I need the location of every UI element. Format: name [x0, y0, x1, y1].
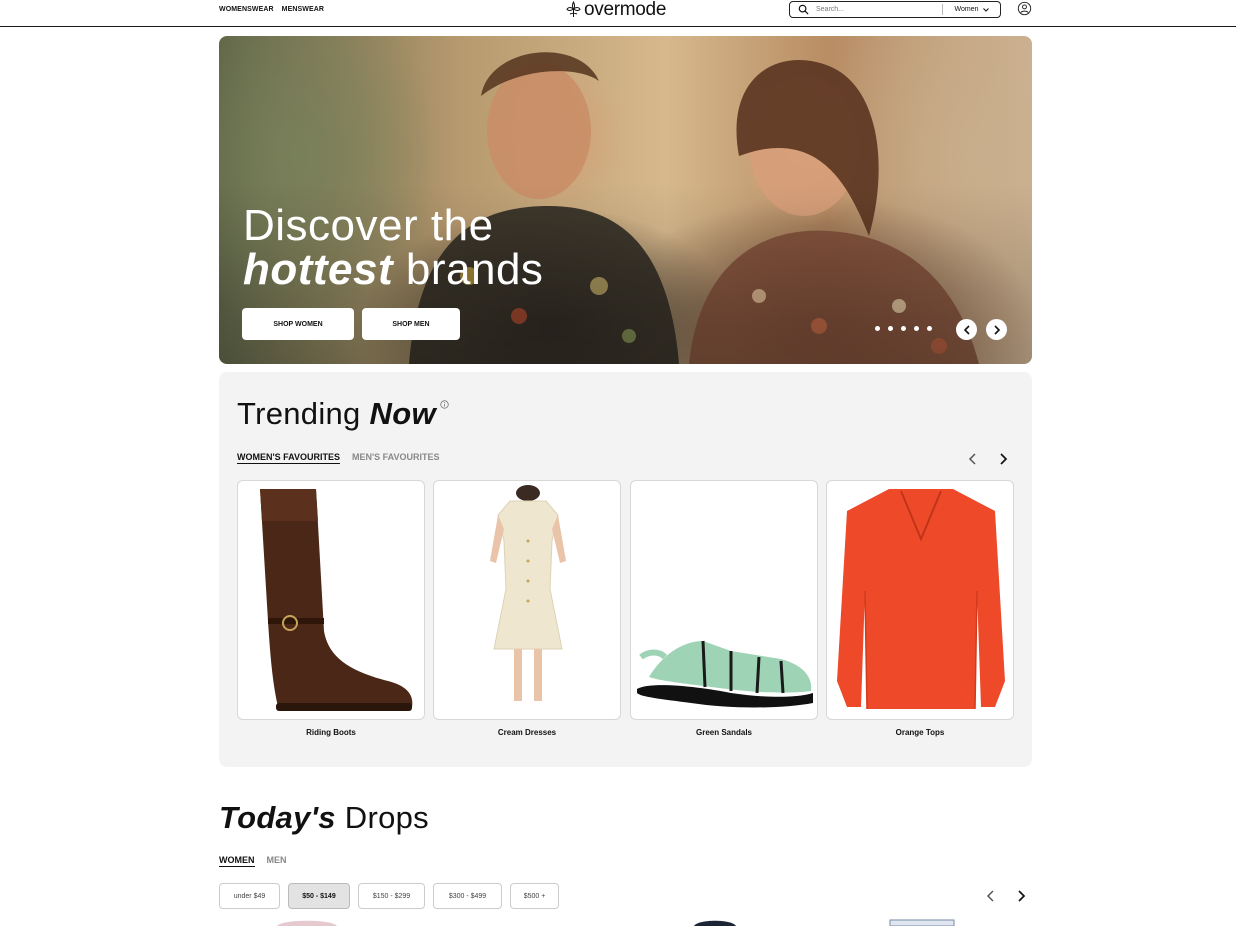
drops-title-em: Today's	[219, 800, 336, 835]
drops-title-rest: Drops	[335, 800, 429, 835]
carousel-dots	[875, 326, 932, 331]
price-filter-500-plus[interactable]: $500 +	[510, 883, 559, 909]
drops-next-icon[interactable]	[1014, 889, 1028, 903]
chevron-left-icon	[963, 324, 970, 335]
search-input[interactable]: Search...	[816, 6, 942, 13]
trending-title-em: Now	[369, 396, 436, 431]
hero-prev-button[interactable]	[956, 319, 977, 340]
nav-menswear[interactable]: MENSWEAR	[282, 6, 324, 13]
price-filter-150-299[interactable]: $150 - $299	[358, 883, 425, 909]
site-logo[interactable]: overmode	[566, 0, 667, 20]
trending-title-text: Trending	[237, 396, 370, 431]
hero-title-line1: Discover the	[243, 201, 494, 250]
product-label[interactable]: Riding Boots	[237, 728, 425, 737]
hero-next-button[interactable]	[986, 319, 1007, 340]
top-header: WOMENSWEAR MENSWEAR overmode Search... W…	[0, 0, 1236, 27]
trending-prev-icon[interactable]	[966, 452, 980, 466]
chevron-down-icon	[982, 7, 989, 12]
carousel-dot[interactable]	[914, 326, 919, 331]
price-filter-under-49[interactable]: under $49	[219, 883, 280, 909]
carousel-dot[interactable]	[927, 326, 932, 331]
gender-select-label: Women	[954, 6, 979, 13]
hero-title: Discover the hottest brands	[243, 204, 543, 292]
shop-women-button[interactable]: SHOP WOMEN	[242, 308, 354, 340]
trending-tabs: WOMEN'S FAVOURITES MEN'S FAVOURITES	[237, 452, 439, 464]
drops-prev-icon[interactable]	[984, 889, 998, 903]
drops-tabs: WOMEN MEN	[219, 855, 287, 867]
logo-wordmark: overmode	[584, 0, 667, 20]
logo-icon	[566, 1, 581, 17]
hero-title-line2: hottest brands	[243, 248, 543, 292]
product-label[interactable]: Green Sandals	[630, 728, 818, 737]
tab-men[interactable]: MEN	[267, 855, 287, 867]
product-card[interactable]	[826, 480, 1014, 720]
page: WOMENSWEAR MENSWEAR overmode Search... W…	[0, 0, 1236, 926]
search-icon	[798, 4, 809, 15]
tab-mens-favourites[interactable]: MEN'S FAVOURITES	[352, 452, 439, 464]
product-label[interactable]: Orange Tops	[826, 728, 1014, 737]
drop-product-image[interactable]	[886, 919, 958, 926]
tab-women[interactable]: WOMEN	[219, 855, 255, 867]
hero-banner: Discover the hottest brands SHOP WOMEN S…	[219, 36, 1032, 364]
hero-title-rest: brands	[393, 245, 544, 294]
carousel-dot[interactable]	[875, 326, 880, 331]
product-card[interactable]	[237, 480, 425, 720]
search-bar[interactable]: Search... Women	[789, 1, 1001, 18]
info-icon[interactable]	[440, 400, 449, 409]
carousel-dot[interactable]	[901, 326, 906, 331]
product-card[interactable]	[630, 480, 818, 720]
orange-top-image	[837, 489, 1005, 710]
tab-womens-favourites[interactable]: WOMEN'S FAVOURITES	[237, 452, 340, 464]
drop-product-image[interactable]	[690, 919, 740, 926]
trending-next-icon[interactable]	[996, 452, 1010, 466]
main-nav: WOMENSWEAR MENSWEAR	[219, 6, 324, 13]
price-filter-300-499[interactable]: $300 - $499	[433, 883, 502, 909]
account-icon[interactable]	[1017, 1, 1032, 16]
riding-boot-image	[260, 489, 413, 711]
hero-title-em: hottest	[243, 245, 394, 294]
nav-womenswear[interactable]: WOMENSWEAR	[219, 6, 274, 13]
product-card[interactable]	[433, 480, 621, 720]
carousel-dot[interactable]	[888, 326, 893, 331]
shop-men-button[interactable]: SHOP MEN	[362, 308, 460, 340]
drops-title: Today's Drops	[219, 800, 429, 836]
price-filter-50-149[interactable]: $50 - $149	[288, 883, 350, 909]
chevron-right-icon	[993, 324, 1000, 335]
cream-dress-image	[490, 485, 566, 701]
trending-title: Trending Now	[237, 396, 436, 432]
green-sandal-image	[637, 640, 813, 708]
product-label[interactable]: Cream Dresses	[433, 728, 621, 737]
trending-section: Trending Now WOMEN'S FAVOURITES MEN'S FA…	[219, 372, 1032, 767]
gender-select[interactable]: Women	[943, 6, 1000, 13]
drop-product-image[interactable]	[272, 919, 342, 926]
